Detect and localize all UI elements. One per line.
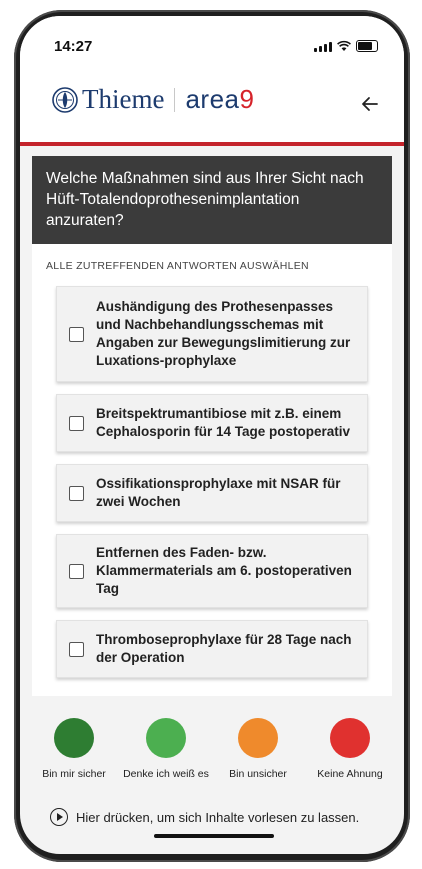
answer-panel: ALLE ZUTREFFENDEN ANTWORTEN AUSWÄHLEN Au… bbox=[32, 244, 392, 696]
thieme-area9-logo: Thieme area9 bbox=[52, 84, 254, 115]
confidence-dot[interactable] bbox=[146, 718, 186, 758]
checkbox[interactable] bbox=[69, 563, 84, 579]
answer-option-label: Aushändigung des Prothesenpasses und Nac… bbox=[96, 299, 351, 368]
arrow-left-icon[interactable] bbox=[360, 94, 380, 114]
confidence-unsure[interactable]: Bin unsicher bbox=[212, 718, 304, 780]
read-aloud-label: Hier drücken, um sich Inhalte vorlesen z… bbox=[76, 809, 360, 825]
confidence-selector: Bin mir sicher Denke ich weiß es Bin uns… bbox=[20, 718, 404, 780]
checkbox[interactable] bbox=[69, 326, 84, 342]
answer-option[interactable]: Entfernen des Faden- bzw. Klammermateria… bbox=[56, 534, 368, 608]
answer-option[interactable]: Thromboseprophylaxe für 28 Tage nach der… bbox=[56, 620, 368, 678]
wifi-icon bbox=[337, 40, 351, 51]
signal-icon bbox=[314, 42, 332, 52]
confidence-label: Keine Ahnung bbox=[317, 768, 383, 780]
logo-product-prefix: area bbox=[185, 84, 240, 114]
confidence-sure[interactable]: Bin mir sicher bbox=[28, 718, 120, 780]
app-header: Thieme area9 bbox=[20, 64, 404, 142]
status-icons bbox=[314, 40, 378, 52]
confidence-dot[interactable] bbox=[54, 718, 94, 758]
confidence-dot[interactable] bbox=[238, 718, 278, 758]
logo-divider bbox=[174, 87, 176, 112]
answer-instruction: ALLE ZUTREFFENDEN ANTWORTEN AUSWÄHLEN bbox=[46, 260, 309, 272]
question-text: Welche Maßnahmen sind aus Ihrer Sicht na… bbox=[32, 156, 392, 244]
logo-product-suffix: 9 bbox=[239, 84, 255, 114]
answer-option-label: Entfernen des Faden- bzw. Klammermateria… bbox=[96, 545, 352, 596]
logo-brand: Thieme bbox=[82, 84, 165, 114]
home-indicator[interactable] bbox=[154, 834, 274, 838]
answer-option-label: Breitspektrumantibiose mit z.B. einem Ce… bbox=[96, 406, 351, 439]
answer-option[interactable]: Breitspektrumantibiose mit z.B. einem Ce… bbox=[56, 394, 368, 452]
logo-product: area9 bbox=[185, 84, 254, 115]
answer-option[interactable]: Ossifikationsprophylaxe mit NSAR für zwe… bbox=[56, 464, 368, 522]
play-circle-icon[interactable] bbox=[50, 808, 68, 826]
confidence-label: Bin unsicher bbox=[229, 768, 287, 780]
confidence-no-idea[interactable]: Keine Ahnung bbox=[304, 718, 396, 780]
confidence-dot[interactable] bbox=[330, 718, 370, 758]
answer-option[interactable]: Aushändigung des Prothesenpasses und Nac… bbox=[56, 286, 368, 382]
checkbox[interactable] bbox=[69, 641, 84, 657]
answer-option-label: Ossifikationsprophylaxe mit NSAR für zwe… bbox=[96, 476, 341, 509]
battery-icon bbox=[356, 40, 378, 52]
answer-option-label: Thromboseprophylaxe für 28 Tage nach der… bbox=[96, 632, 352, 665]
status-time: 14:27 bbox=[54, 38, 93, 55]
confidence-think[interactable]: Denke ich weiß es bbox=[120, 718, 212, 780]
confidence-label: Bin mir sicher bbox=[42, 768, 106, 780]
checkbox[interactable] bbox=[69, 415, 84, 431]
checkbox[interactable] bbox=[69, 485, 84, 501]
read-aloud-button[interactable]: Hier drücken, um sich Inhalte vorlesen z… bbox=[50, 808, 359, 826]
confidence-label: Denke ich weiß es bbox=[123, 768, 209, 780]
question-content: Welche Maßnahmen sind aus Ihrer Sicht na… bbox=[20, 146, 404, 780]
thieme-emblem-icon bbox=[52, 86, 78, 113]
status-bar: 14:27 bbox=[20, 16, 404, 64]
app-screen: 14:27 Thieme area9 Welche Maßnahmen sind… bbox=[20, 16, 404, 854]
